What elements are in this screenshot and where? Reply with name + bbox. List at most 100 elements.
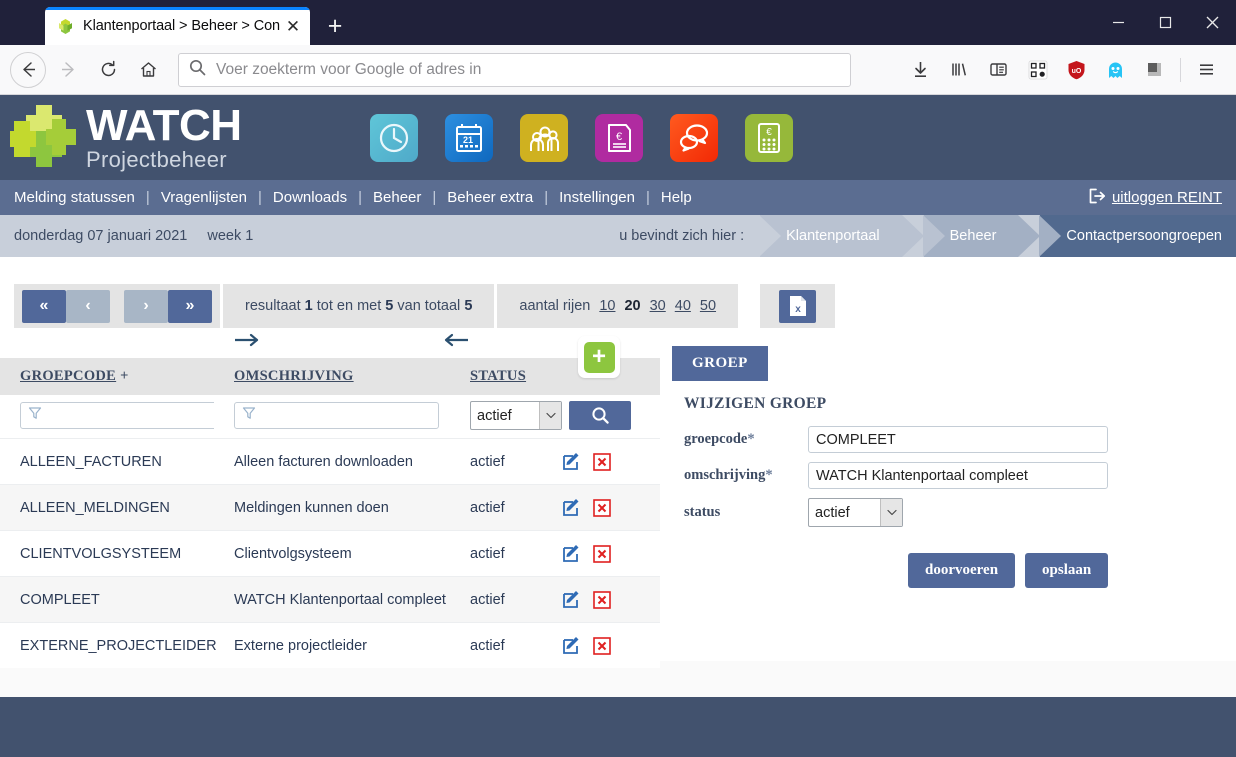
column-header-groepcode[interactable]: GROEPCODE + (0, 358, 214, 395)
rows-option-50[interactable]: 50 (700, 298, 716, 314)
cell-actions (542, 622, 660, 668)
delete-icon[interactable] (592, 590, 611, 609)
search-placeholder: Voer zoekterm voor Google of adres in (216, 60, 482, 78)
nav-separator: | (544, 189, 549, 206)
result-mid: tot en met (316, 298, 382, 314)
delete-icon[interactable] (592, 544, 611, 563)
logo-tagline: Projectbeheer (86, 147, 227, 172)
table-row[interactable]: ALLEEN_FACTUREN Alleen facturen download… (0, 438, 660, 485)
pagination-controls: « ‹ › » (14, 284, 220, 328)
edit-icon[interactable] (562, 590, 581, 609)
browser-navbar: Voer zoekterm voor Google of adres in uO (0, 45, 1236, 95)
rows-option-10[interactable]: 10 (599, 298, 615, 314)
cell-groepcode: COMPLEET (0, 576, 214, 623)
rows-label: aantal rijen (519, 298, 591, 314)
next-page-button[interactable]: › (124, 289, 168, 323)
prev-page-button[interactable]: ‹ (66, 289, 110, 323)
maximize-icon[interactable] (1142, 0, 1189, 45)
app-header: WATCH Projectbeheer 21 € € (0, 95, 1236, 180)
nav-item-beheer-extra[interactable]: Beheer extra (447, 189, 533, 206)
breadcrumb-label: u bevindt zich hier : (619, 228, 745, 244)
invoice-euro-icon[interactable]: € (594, 113, 643, 162)
add-row-button[interactable]: + (578, 336, 620, 378)
downloads-icon[interactable] (901, 52, 940, 88)
ghostery-icon[interactable] (1096, 52, 1135, 88)
result-prefix: resultaat (245, 298, 301, 314)
input-omschrijving[interactable]: WATCH Klantenportaal compleet (808, 462, 1108, 489)
close-icon[interactable]: ✕ (282, 15, 304, 37)
filter-input-groepcode[interactable] (20, 402, 224, 429)
new-tab-button[interactable]: + (317, 8, 353, 44)
breadcrumb-item-beheer[interactable]: Beheer (922, 215, 1041, 257)
edit-icon[interactable] (562, 636, 581, 655)
delete-icon[interactable] (592, 636, 611, 655)
form-row-status: status actief (684, 498, 1236, 527)
first-page-button[interactable]: « (22, 289, 66, 323)
rows-option-30[interactable]: 30 (650, 298, 666, 314)
excel-export-icon[interactable]: x (779, 289, 817, 323)
input-groepcode[interactable]: COMPLEET (808, 426, 1108, 453)
filter-select-status[interactable]: actief (470, 401, 562, 430)
search-button[interactable] (569, 401, 631, 430)
select-status[interactable]: actief (808, 498, 903, 527)
last-page-button[interactable]: » (168, 289, 212, 323)
close-window-icon[interactable] (1189, 0, 1236, 45)
logout-label: uitloggen REINT (1111, 189, 1222, 206)
nav-item-instellingen[interactable]: Instellingen (559, 189, 635, 206)
nav-separator: | (432, 189, 437, 206)
extension-icon[interactable] (1135, 52, 1174, 88)
column-header-status[interactable]: STATUS (450, 358, 660, 395)
select-status-value: actief (815, 504, 850, 521)
edit-icon[interactable] (562, 498, 581, 517)
nav-item-vragenlijsten[interactable]: Vragenlijsten (161, 189, 247, 206)
edit-icon[interactable] (562, 452, 581, 471)
result-count: resultaat 1 tot en met 5 van totaal 5 (223, 284, 495, 328)
minimize-icon[interactable] (1095, 0, 1142, 45)
filter-input-omschrijving[interactable] (234, 402, 439, 429)
nav-item-downloads[interactable]: Downloads (273, 189, 347, 206)
app-logo[interactable]: WATCH Projectbeheer (8, 101, 242, 175)
cell-status: actief (450, 438, 542, 485)
doorvoeren-button[interactable]: doorvoeren (908, 553, 1016, 588)
nav-item-help[interactable]: Help (661, 189, 692, 206)
breadcrumb-item-klantenportaal[interactable]: Klantenportaal (759, 215, 924, 257)
home-icon[interactable] (130, 52, 166, 88)
delete-icon[interactable] (592, 452, 611, 471)
table-row[interactable]: ALLEEN_MELDINGEN Meldingen kunnen doen a… (0, 484, 660, 531)
arrow-left-icon[interactable] (443, 332, 469, 354)
svg-text:€: € (766, 127, 772, 138)
column-header-omschrijving[interactable]: OMSCHRIJVING (214, 358, 450, 395)
browser-tab[interactable]: Klantenportaal > Beheer > Con ✕ (45, 7, 310, 45)
back-icon[interactable] (10, 51, 46, 88)
edit-icon[interactable] (562, 544, 581, 563)
menu-icon[interactable] (1187, 52, 1226, 88)
clock-icon[interactable] (369, 113, 418, 162)
rows-option-20[interactable]: 20 (624, 298, 640, 314)
calendar-icon[interactable]: 21 (444, 113, 493, 162)
qr-scanner-icon[interactable] (1018, 52, 1057, 88)
panel-tab-groep[interactable]: GROEP (672, 346, 768, 381)
ublock-origin-icon[interactable]: uO (1057, 52, 1096, 88)
delete-icon[interactable] (592, 498, 611, 517)
opslaan-button[interactable]: opslaan (1025, 553, 1109, 588)
reload-icon[interactable] (90, 52, 126, 88)
table-row[interactable]: EXTERNE_PROJECTLEIDER Externe projectlei… (0, 622, 660, 668)
sidebar-icon[interactable] (979, 52, 1018, 88)
table-row[interactable]: COMPLEET WATCH Klantenportaal compleet a… (0, 576, 660, 623)
rows-option-40[interactable]: 40 (675, 298, 691, 314)
nav-item-beheer[interactable]: Beheer (373, 189, 421, 206)
cell-actions (542, 438, 660, 485)
nav-item-melding-statussen[interactable]: Melding statussen (14, 189, 135, 206)
chat-icon[interactable] (669, 113, 718, 162)
filter-select-status-value: actief (477, 407, 512, 424)
required-mark: * (765, 467, 773, 483)
search-input[interactable]: Voer zoekterm voor Google of adres in (178, 52, 851, 87)
table-row[interactable]: CLIENTVOLGSYSTEEM Clientvolgsysteem acti… (0, 530, 660, 577)
people-icon[interactable] (519, 113, 568, 162)
calculator-euro-icon[interactable]: € (744, 113, 793, 162)
browser-titlebar: Klantenportaal > Beheer > Con ✕ + (0, 0, 1236, 45)
logout-button[interactable]: uitloggen REINT (1089, 188, 1222, 208)
library-icon[interactable] (940, 52, 979, 88)
label-groepcode: groepcode* (684, 431, 808, 448)
arrow-right-icon[interactable] (234, 332, 260, 354)
